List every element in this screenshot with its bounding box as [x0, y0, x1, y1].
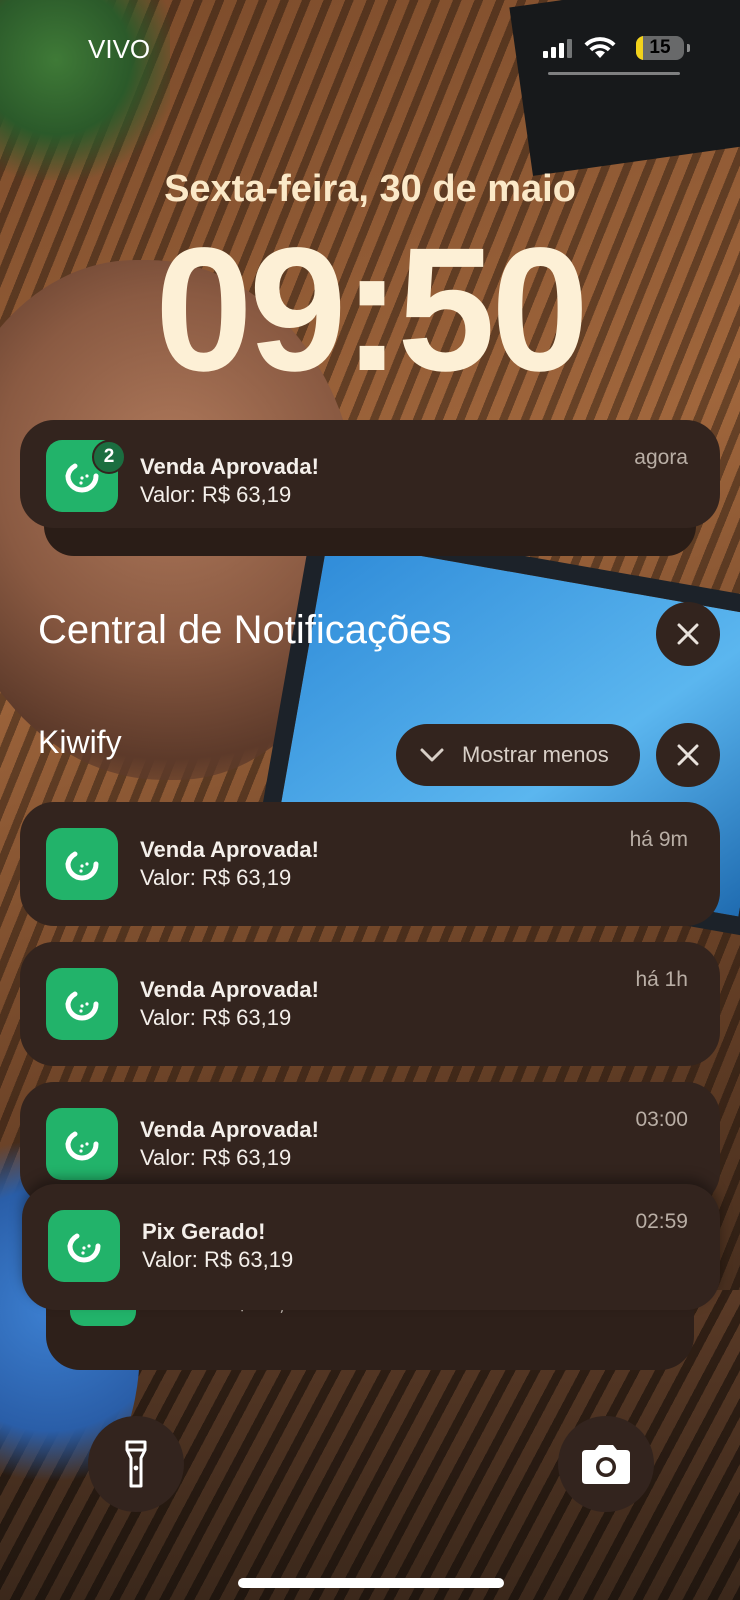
camera-button[interactable] — [558, 1416, 654, 1512]
control-center-indicator[interactable] — [548, 72, 680, 75]
notification-body: Valor: R$ 63,19 — [140, 1145, 292, 1170]
kiwify-app-icon — [48, 1210, 120, 1282]
notification-body: Valor: R$ 63,19 — [140, 1005, 292, 1030]
flashlight-button[interactable] — [88, 1416, 184, 1512]
wifi-icon — [584, 37, 616, 58]
kiwify-app-icon — [46, 828, 118, 900]
clear-all-button[interactable] — [656, 602, 720, 666]
battery-icon: 15 — [636, 36, 684, 60]
notification-body: Valor: R$ 63,19 — [142, 1247, 294, 1272]
notification-title: Venda Aprovada! — [140, 837, 319, 862]
carrier-name: VIVO — [88, 34, 151, 64]
show-less-button[interactable]: Mostrar menos — [396, 724, 640, 786]
notification-time: agora — [634, 446, 688, 469]
clear-group-button[interactable] — [656, 723, 720, 787]
notification-title: Venda Aprovada! — [140, 977, 319, 1002]
notification-body: Valor: R$ 63,19 — [140, 482, 292, 507]
notification-time: 03:00 — [635, 1108, 688, 1131]
notification-stack-top[interactable]: Venda Aprovada! Valor: R$ 63,19 agora — [20, 420, 720, 528]
lock-screen-clock: 09:50 — [154, 212, 589, 408]
notification-card[interactable]: Venda Aprovada! Valor: R$ 63,19 há 9m — [20, 802, 720, 926]
close-icon — [677, 623, 699, 645]
notification-time: há 1h — [635, 968, 688, 991]
close-icon — [677, 744, 699, 766]
notification-title: Venda Aprovada! — [140, 1117, 319, 1142]
camera-icon — [582, 1445, 630, 1484]
notification-title: Pix Gerado! — [142, 1219, 266, 1244]
flashlight-icon — [125, 1440, 147, 1488]
status-bar: VIVO 15 — [0, 0, 740, 90]
group-label-kiwify: Kiwify — [38, 724, 122, 760]
kiwify-app-icon — [46, 1108, 118, 1180]
notification-body: Valor: R$ 63,19 — [140, 865, 292, 890]
notification-card[interactable]: Pix Gerado! Valor: R$ 63,19 02:59 — [22, 1184, 720, 1310]
notification-time: 02:59 — [635, 1210, 688, 1233]
notification-center-title: Central de Notificações — [38, 608, 452, 652]
notification-count-badge: 2 — [92, 440, 126, 474]
battery-level: 15 — [649, 37, 671, 58]
chevron-down-icon — [420, 748, 444, 762]
notification-title: Venda Aprovada! — [140, 454, 319, 479]
home-indicator[interactable] — [238, 1578, 504, 1588]
notification-time: há 9m — [629, 828, 688, 851]
notification-card[interactable]: Venda Aprovada! Valor: R$ 63,19 há 1h — [20, 942, 720, 1066]
kiwify-app-icon — [46, 968, 118, 1040]
show-less-label: Mostrar menos — [462, 742, 609, 767]
lock-screen-date: Sexta-feira, 30 de maio — [164, 168, 576, 210]
cellular-signal-icon — [543, 38, 572, 58]
